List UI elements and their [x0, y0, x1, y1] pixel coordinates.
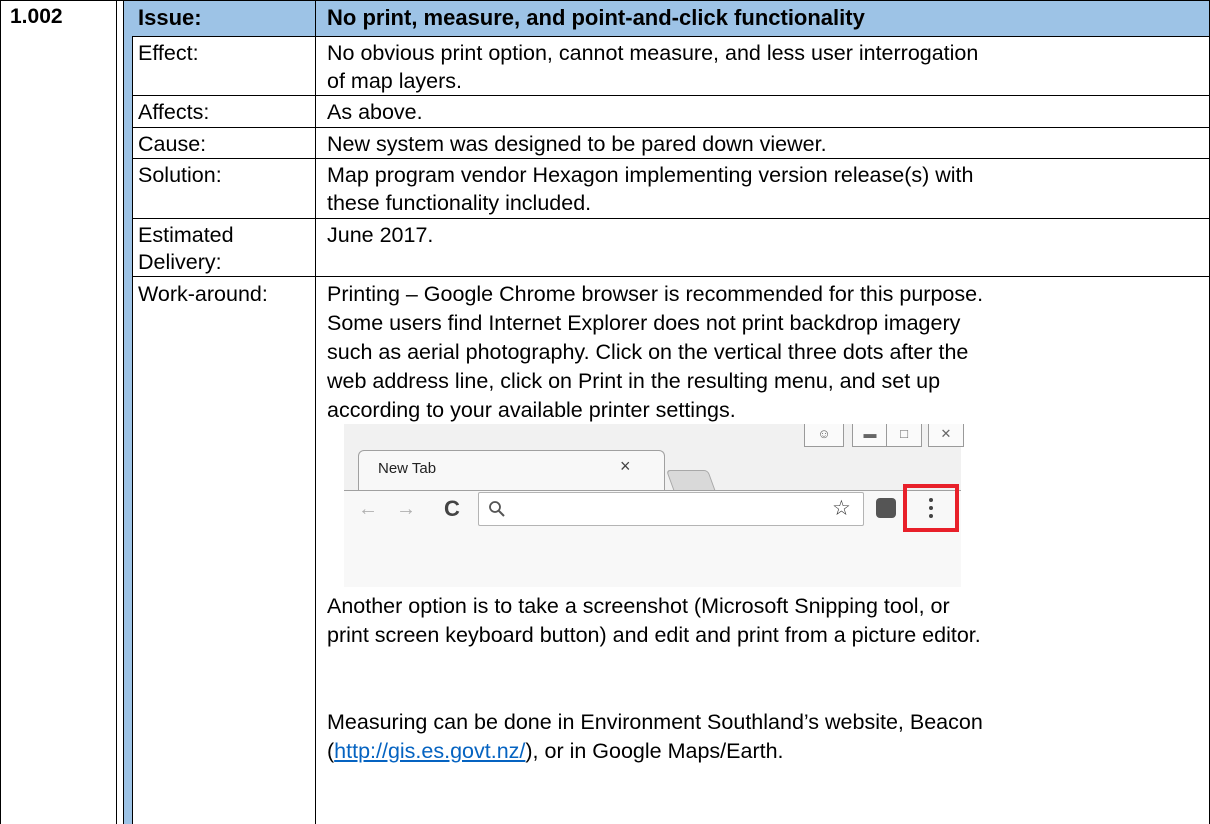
chrome-screenshot: ☺ ▬ □ ✕ New Tab × ← → C ☆ [344, 404, 964, 587]
affects-text: As above. [327, 100, 423, 124]
address-bar [478, 492, 864, 526]
delivery-text: June 2017. [327, 223, 434, 247]
search-icon [489, 501, 505, 517]
effect-text-line: of map layers. [327, 69, 463, 93]
new-tab-button [665, 470, 717, 492]
maximize-icon: □ [886, 424, 922, 447]
back-icon: ← [358, 498, 378, 520]
grid-line [0, 0, 1210, 1]
affects-label: Affects: [138, 100, 210, 124]
issue-table: 1.002 Issue: No print, measure, and poin… [0, 0, 1210, 824]
close-window-icon: ✕ [928, 424, 964, 447]
delivery-label-line: Estimated [138, 223, 234, 247]
delivery-label-line: Delivery: [138, 250, 222, 274]
beacon-link[interactable]: http://gis.es.govt.nz/ [334, 739, 525, 763]
cause-label: Cause: [138, 132, 207, 156]
grid-line [132, 36, 133, 824]
grid-line [116, 0, 117, 824]
extension-icon [876, 498, 896, 518]
blue-margin-column [124, 0, 132, 824]
workaround-after-line: Another option is to take a screenshot (… [327, 594, 950, 618]
grid-line [315, 0, 316, 824]
reload-icon: C [444, 496, 460, 521]
workaround-label: Work-around: [138, 282, 268, 306]
measure-text-line: Measuring can be done in Environment Sou… [327, 710, 983, 734]
grid-line [132, 276, 1210, 277]
grid-line [123, 0, 124, 824]
item-number-cell [0, 0, 116, 824]
grid-line [0, 0, 1, 824]
solution-text-line: these functionality included. [327, 191, 592, 215]
workaround-text-line: such as aerial photography. Click on the… [327, 340, 969, 364]
minimize-icon: ▬ [852, 424, 888, 447]
grid-line [132, 36, 1210, 37]
measure-rest: ), or in Google Maps/Earth. [525, 739, 784, 763]
solution-text-line: Map program vendor Hexagon implementing … [327, 163, 974, 187]
profile-icon: ☺ [804, 424, 844, 447]
grid-line [132, 158, 1210, 159]
issue-label: Issue: [138, 5, 202, 30]
solution-label: Solution: [138, 163, 222, 187]
item-number: 1.002 [10, 5, 63, 28]
workaround-text-line: Some users find Internet Explorer does n… [327, 311, 961, 335]
grid-line [132, 127, 1210, 128]
grid-line [132, 218, 1210, 219]
workaround-text-line: web address line, click on Print in the … [327, 369, 941, 393]
grid-line [132, 95, 1210, 96]
issue-title: No print, measure, and point-and-click f… [327, 5, 865, 30]
workaround-after-line: print screen keyboard button) and edit a… [327, 623, 981, 647]
effect-label: Effect: [138, 41, 199, 65]
forward-icon: → [396, 498, 416, 520]
cause-text: New system was designed to be pared down… [327, 132, 827, 156]
tab-close-icon: × [620, 456, 631, 476]
bookmark-star-icon: ☆ [832, 497, 851, 520]
workaround-text-line: Printing – Google Chrome browser is reco… [327, 282, 984, 306]
tab-title: New Tab [378, 460, 437, 477]
effect-text-line: No obvious print option, cannot measure,… [327, 41, 979, 65]
measure-text-line-2: (http://gis.es.govt.nz/), or in Google M… [327, 737, 784, 765]
three-dots-menu-icon [924, 496, 938, 522]
